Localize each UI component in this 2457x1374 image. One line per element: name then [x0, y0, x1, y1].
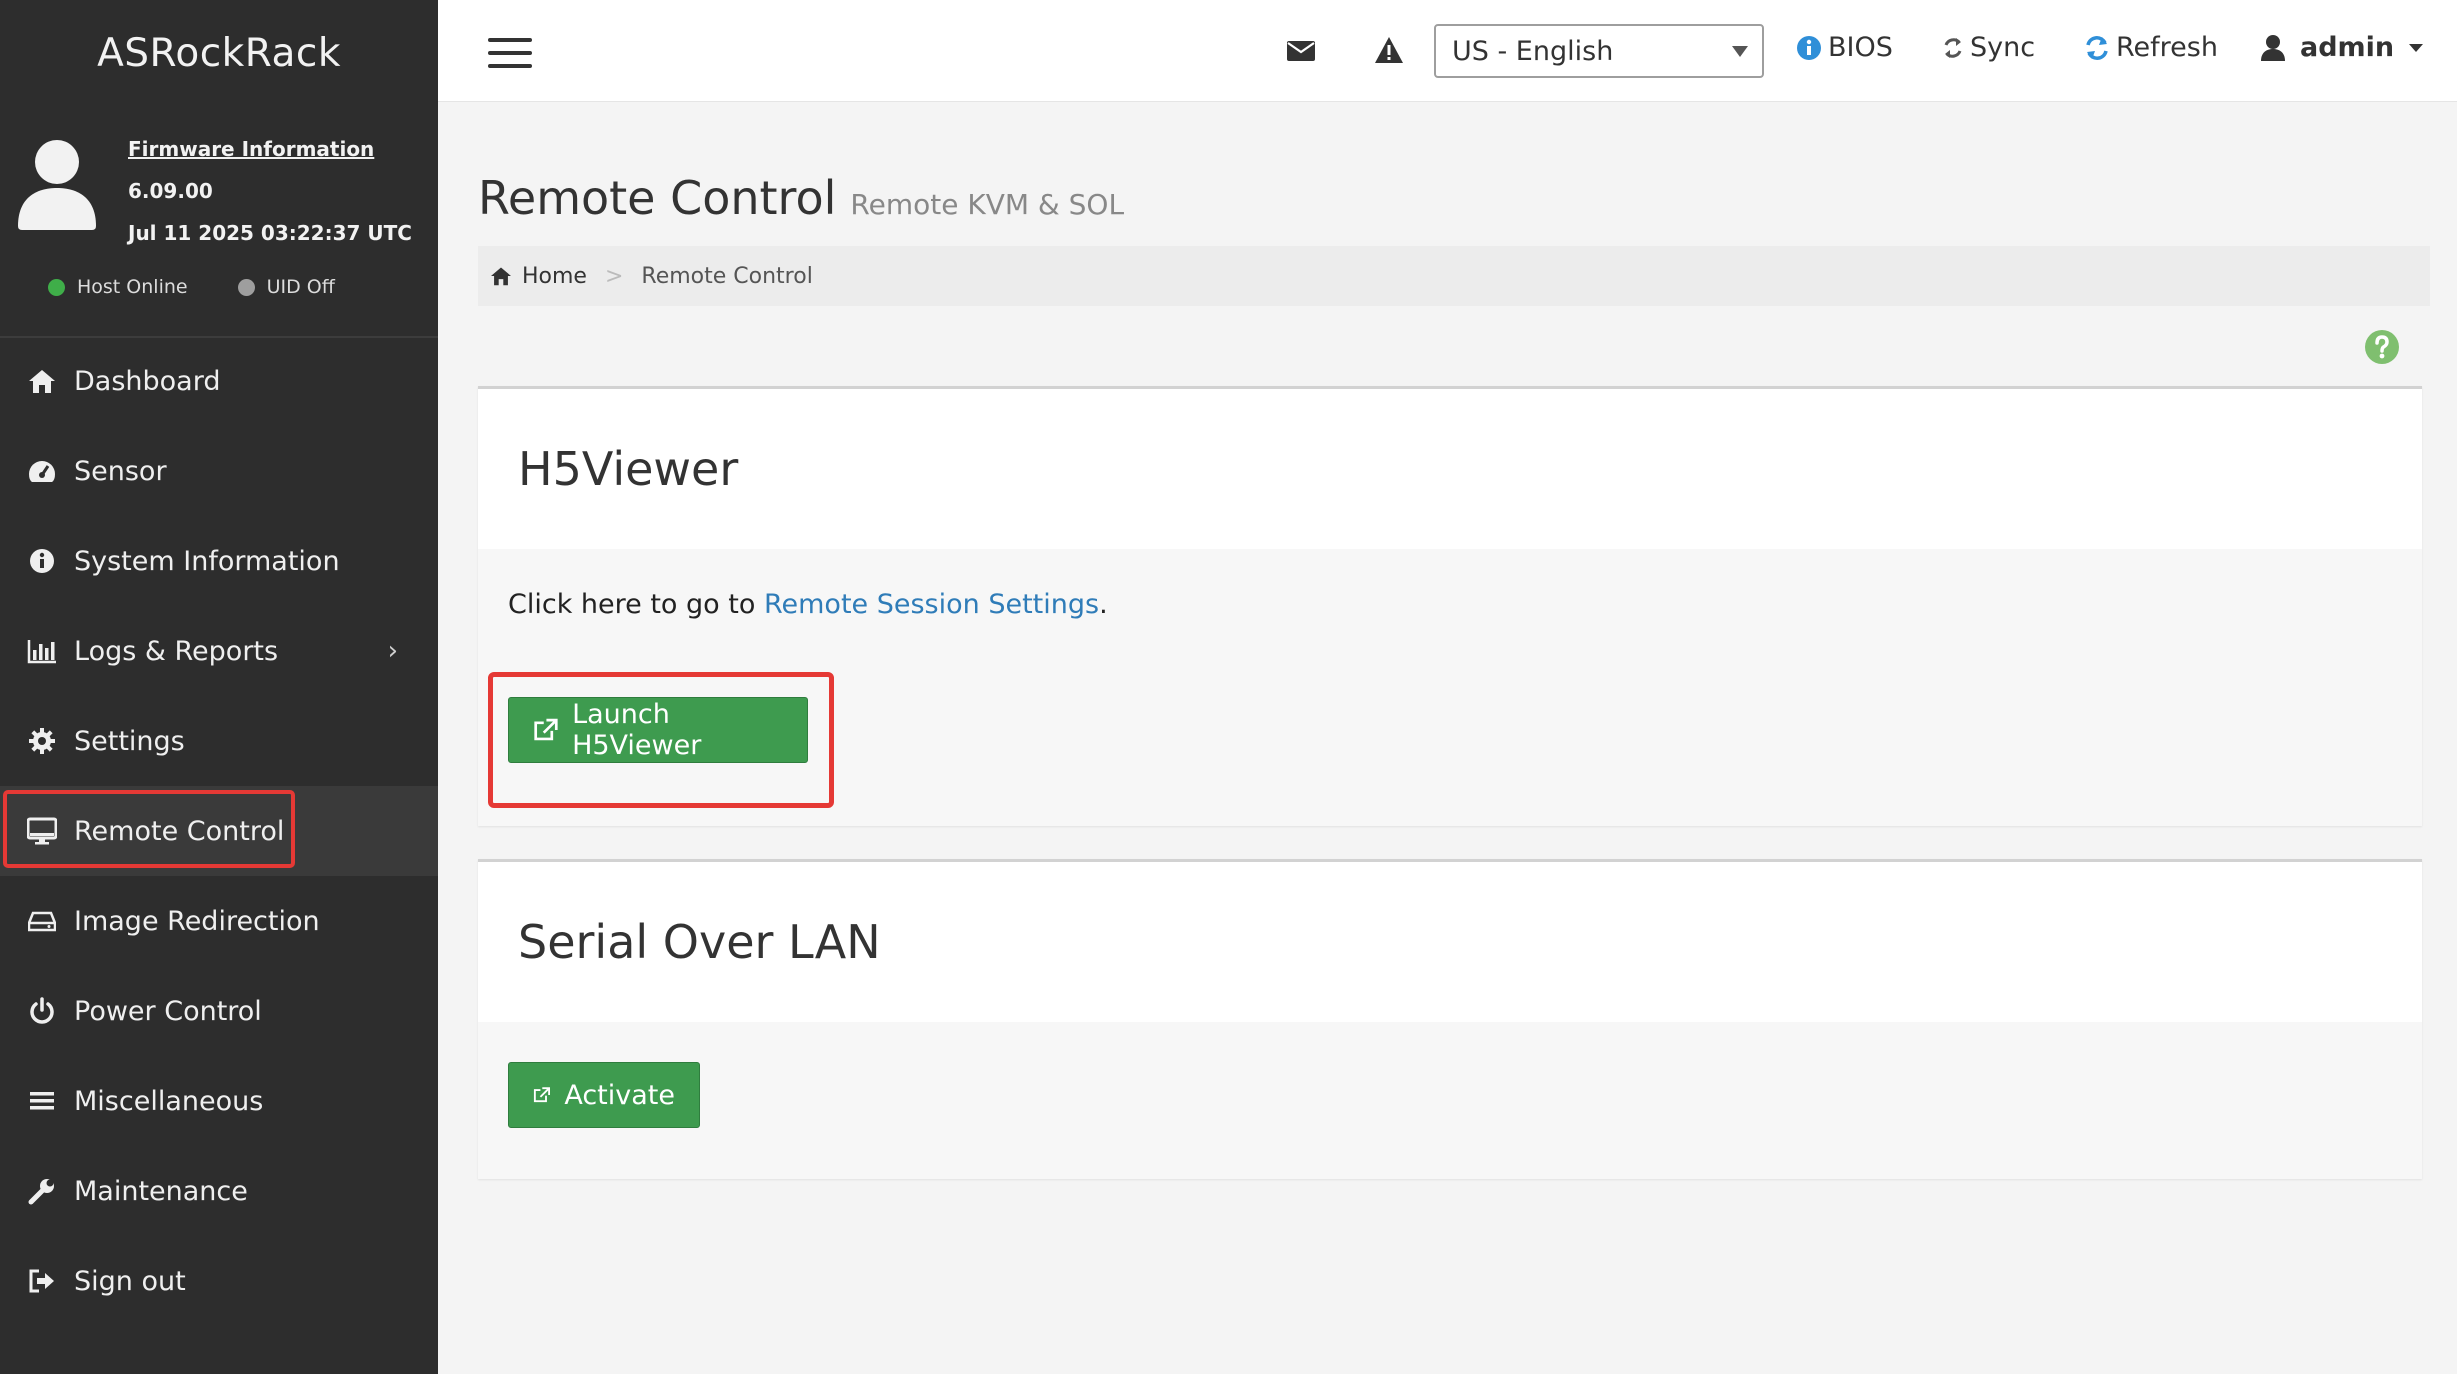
- home-icon: [491, 267, 511, 286]
- sign-out-icon: [26, 1265, 58, 1297]
- remote-session-text-suffix: .: [1099, 589, 1108, 620]
- bios-button[interactable]: BIOS: [1796, 32, 1893, 63]
- sidebar-item-logs-reports[interactable]: Logs & Reports ›: [0, 606, 438, 696]
- user-avatar-icon: [18, 140, 96, 230]
- sidebar-item-label: Remote Control: [74, 815, 285, 847]
- remote-session-text: Click here to go to Remote Session Setti…: [508, 589, 1108, 620]
- breadcrumb-separator: >: [604, 263, 624, 289]
- warning-icon[interactable]: [1374, 36, 1404, 64]
- envelope-icon[interactable]: [1286, 40, 1316, 62]
- power-icon: [26, 995, 58, 1027]
- page-subtitle: Remote KVM & SOL: [850, 188, 1125, 221]
- sol-panel: Serial Over LAN Activate: [478, 859, 2422, 1179]
- sidebar-item-label: Settings: [74, 725, 185, 757]
- sync-label: Sync: [1970, 32, 2036, 63]
- launch-h5viewer-label: Launch H5Viewer: [572, 699, 702, 761]
- sidebar-item-maintenance[interactable]: Maintenance: [0, 1146, 438, 1236]
- top-bar: US - English BIOS Sync Refresh admin: [438, 0, 2457, 102]
- activate-sol-button[interactable]: Activate: [508, 1062, 700, 1128]
- sidebar-item-label: Maintenance: [74, 1175, 248, 1207]
- sidebar: ASRockRack Firmware Information 6.09.00 …: [0, 0, 438, 1374]
- refresh-label: Refresh: [2116, 32, 2218, 63]
- page-title: Remote Control Remote KVM & SOL: [478, 171, 1124, 225]
- user-name: admin: [2300, 32, 2395, 63]
- wrench-icon: [26, 1175, 58, 1207]
- bios-label: BIOS: [1828, 32, 1893, 63]
- refresh-button[interactable]: Refresh: [2084, 32, 2218, 63]
- caret-down-icon: [2409, 43, 2424, 52]
- bar-chart-icon: [26, 635, 58, 667]
- main-content: Remote Control Remote KVM & SOL Home > Re…: [438, 101, 2457, 1374]
- sidebar-item-sign-out[interactable]: Sign out: [0, 1236, 438, 1326]
- sidebar-item-label: System Information: [74, 545, 340, 577]
- firmware-date: Jul 11 2025 03:22:37 UTC: [128, 221, 412, 245]
- sidebar-item-label: Sensor: [74, 455, 167, 487]
- breadcrumb: Home > Remote Control: [478, 246, 2430, 306]
- monitor-icon: [26, 815, 58, 847]
- sidebar-menu: Dashboard Sensor System Information Logs…: [0, 336, 438, 1326]
- host-status-label: Host Online: [77, 276, 188, 298]
- h5viewer-panel: H5Viewer Click here to go to Remote Sess…: [478, 386, 2422, 826]
- refresh-icon: [2086, 35, 2108, 60]
- help-icon[interactable]: [2364, 329, 2400, 365]
- remote-session-text-prefix: Click here to go to: [508, 589, 764, 620]
- sidebar-item-miscellaneous[interactable]: Miscellaneous: [0, 1056, 438, 1146]
- sidebar-item-label: Image Redirection: [74, 905, 320, 937]
- user-icon: [2261, 34, 2285, 61]
- language-select-value: US - English: [1452, 35, 1614, 67]
- dashboard-gauge-icon: [26, 455, 58, 487]
- list-icon: [26, 1085, 58, 1117]
- sidebar-item-label: Miscellaneous: [74, 1085, 264, 1117]
- h5viewer-heading: H5Viewer: [518, 442, 739, 496]
- launch-h5viewer-button[interactable]: Launch H5Viewer: [508, 697, 808, 763]
- breadcrumb-current: Remote Control: [641, 263, 813, 289]
- user-panel: Firmware Information 6.09.00 Jul 11 2025…: [0, 106, 438, 338]
- sidebar-item-label: Sign out: [74, 1265, 186, 1297]
- gear-icon: [26, 725, 58, 757]
- uid-status-dot: [237, 278, 255, 296]
- remote-session-settings-link[interactable]: Remote Session Settings: [764, 589, 1099, 620]
- caret-down-icon: [1732, 46, 1748, 57]
- uid-status[interactable]: UID Off: [237, 276, 335, 298]
- sidebar-item-image-redirection[interactable]: Image Redirection: [0, 876, 438, 966]
- sidebar-item-sensor[interactable]: Sensor: [0, 426, 438, 516]
- drive-icon: [26, 905, 58, 937]
- page-title-text: Remote Control: [478, 171, 837, 225]
- activate-sol-label: Activate: [564, 1079, 675, 1111]
- home-icon: [26, 365, 58, 397]
- breadcrumb-home-label: Home: [522, 263, 587, 289]
- breadcrumb-home[interactable]: Home: [490, 264, 587, 289]
- sidebar-item-power-control[interactable]: Power Control: [0, 966, 438, 1056]
- info-icon: [26, 545, 58, 577]
- sol-panel-body: Activate: [478, 1022, 2422, 1179]
- language-select[interactable]: US - English: [1434, 24, 1764, 78]
- sidebar-item-label: Power Control: [74, 995, 262, 1027]
- sidebar-item-settings[interactable]: Settings: [0, 696, 438, 786]
- external-link-icon: [534, 718, 558, 741]
- host-status-dot: [48, 278, 65, 296]
- sidebar-item-dashboard[interactable]: Dashboard: [0, 336, 438, 426]
- brand-logo: ASRockRack: [97, 30, 341, 76]
- sidebar-item-label: Logs & Reports: [74, 635, 279, 667]
- uid-status-label: UID Off: [266, 276, 335, 298]
- external-link-icon: [533, 1087, 551, 1103]
- info-circle-icon: [1797, 35, 1821, 60]
- host-status: Host Online: [48, 276, 188, 298]
- firmware-info-link[interactable]: Firmware Information: [128, 128, 412, 170]
- user-menu[interactable]: admin: [2260, 32, 2424, 63]
- sync-icon: [1944, 37, 1962, 58]
- sidebar-item-label: Dashboard: [74, 365, 221, 397]
- h5viewer-panel-body: Click here to go to Remote Session Setti…: [478, 549, 2422, 826]
- chevron-right-icon: ›: [387, 636, 398, 666]
- sync-button[interactable]: Sync: [1942, 32, 2035, 63]
- sidebar-item-system-information[interactable]: System Information: [0, 516, 438, 606]
- sidebar-item-remote-control[interactable]: Remote Control: [0, 786, 438, 876]
- sol-heading: Serial Over LAN: [518, 915, 881, 969]
- firmware-version: 6.09.00: [128, 179, 213, 203]
- firmware-info: Firmware Information 6.09.00 Jul 11 2025…: [128, 128, 412, 254]
- status-row: Host Online UID Off: [48, 276, 335, 298]
- hamburger-menu-icon[interactable]: [488, 38, 532, 68]
